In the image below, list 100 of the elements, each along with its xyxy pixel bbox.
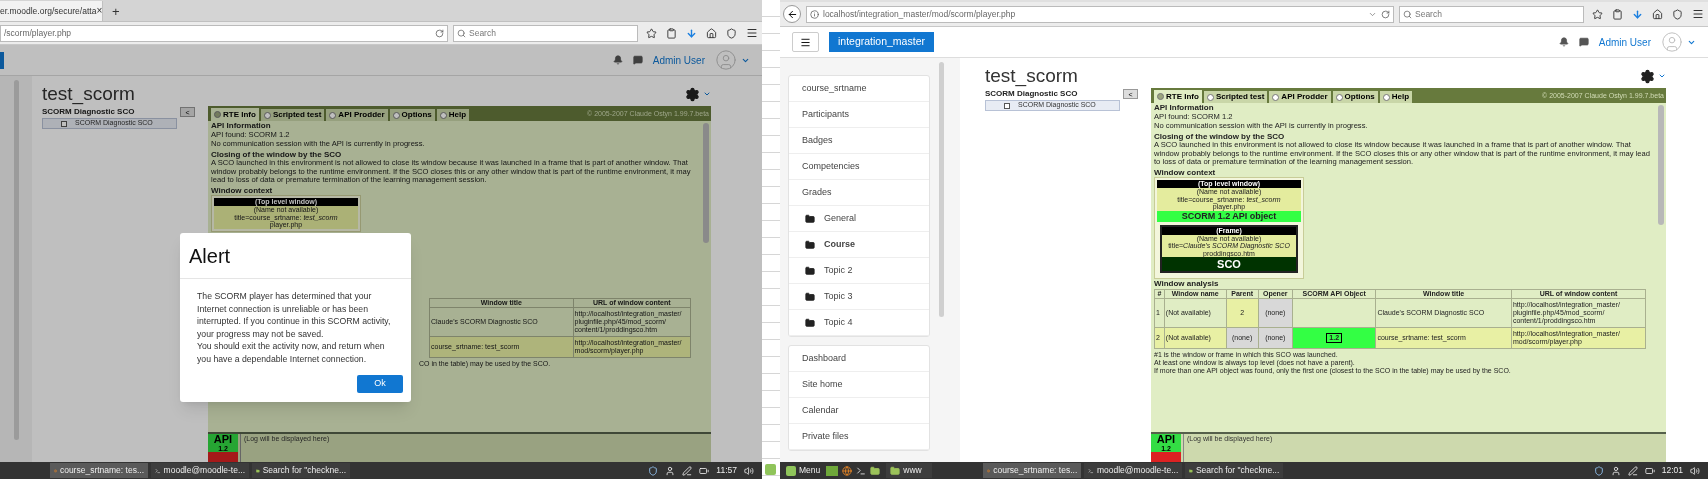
download-icon[interactable] xyxy=(686,27,697,39)
pen-icon[interactable] xyxy=(1627,465,1638,476)
panel-tab[interactable]: Help xyxy=(1379,91,1413,103)
chat-icon[interactable] xyxy=(632,55,643,65)
taskbar-window-button[interactable]: course_srtname: tes... xyxy=(50,463,148,478)
sidebar-item[interactable]: Calendar xyxy=(789,398,929,424)
mint-logo-icon xyxy=(786,465,796,476)
panel-tab[interactable]: Options xyxy=(1332,91,1378,103)
sidebar-item[interactable]: Grades xyxy=(789,180,929,206)
sidebar-item[interactable]: Topic 3 xyxy=(789,284,929,310)
browser-icon[interactable] xyxy=(842,465,853,476)
user-name-link[interactable]: Admin User xyxy=(1598,34,1651,50)
new-tab-button[interactable]: + xyxy=(112,5,120,18)
settings-icon[interactable] xyxy=(1640,68,1655,84)
sidebar-item[interactable]: Site home xyxy=(789,372,929,398)
panel-tab[interactable]: Options xyxy=(389,109,435,121)
panel-tab[interactable]: RTE Info xyxy=(211,108,259,121)
ok-button[interactable]: Ok xyxy=(357,375,403,393)
panel-tab[interactable]: API Prodder xyxy=(1269,91,1331,103)
bell-icon[interactable] xyxy=(1558,37,1569,47)
battery-icon[interactable] xyxy=(1644,465,1655,476)
volume-icon[interactable] xyxy=(1690,465,1700,476)
sidebar-item[interactable]: General xyxy=(789,206,929,232)
taskbar-window-button[interactable]: www xyxy=(886,463,933,478)
folder-icon xyxy=(805,213,815,224)
taskbar-window-button[interactable]: moodle@moodle-te... xyxy=(1084,463,1183,478)
star-icon[interactable] xyxy=(646,27,657,39)
page-title: test_scorm xyxy=(42,81,135,107)
taskbar-window-button[interactable]: Search for "checkne... xyxy=(1185,463,1284,478)
star-icon[interactable] xyxy=(1592,8,1603,20)
section-heading: API Information xyxy=(1154,103,1215,113)
radio-icon xyxy=(214,111,221,118)
panel-tab[interactable]: Scripted test xyxy=(1203,91,1268,103)
search-field[interactable]: Search xyxy=(1399,5,1584,23)
bell-icon[interactable] xyxy=(612,55,623,65)
radio-icon xyxy=(392,111,400,119)
search-icon xyxy=(457,28,466,38)
home-icon[interactable] xyxy=(1652,8,1663,20)
panel-tab[interactable]: RTE Info xyxy=(1154,90,1202,103)
settings-icon[interactable] xyxy=(685,86,700,102)
chat-icon[interactable] xyxy=(1578,37,1589,47)
dialog-message: You should exit the activity now, and return when you have a dependable Internet connection. xyxy=(197,340,386,365)
section-heading: Window context xyxy=(211,185,274,196)
sidebar-item[interactable]: Course xyxy=(789,232,929,258)
terminal-icon[interactable] xyxy=(856,465,867,476)
radio-icon xyxy=(263,111,271,119)
taskbar-window-button[interactable]: Search for "checkne... xyxy=(252,463,350,478)
caret-icon[interactable] xyxy=(1658,72,1666,80)
clipboard-icon[interactable] xyxy=(1612,8,1623,20)
user-icon[interactable] xyxy=(1610,465,1621,476)
address-field[interactable]: /scorm/player.php xyxy=(0,24,448,42)
shield-icon[interactable] xyxy=(1672,8,1683,20)
radio-icon xyxy=(1335,93,1343,101)
address-field[interactable]: localhost/integration_master/mod/scorm/player.php xyxy=(806,5,1394,23)
sidebar-item[interactable]: Competencies xyxy=(789,154,929,180)
panel-tab[interactable]: API Prodder xyxy=(326,109,388,121)
panel-tab[interactable]: Help xyxy=(436,109,470,121)
site-name-button[interactable] xyxy=(0,51,4,69)
reload-icon[interactable] xyxy=(435,28,444,38)
api-object-label: SCORM 1.2 API object xyxy=(1157,210,1301,222)
site-name-button[interactable]: integration_master xyxy=(829,32,934,52)
folder-icon[interactable] xyxy=(870,465,881,476)
taskbar-window-button[interactable]: moodle@moodle-te... xyxy=(151,463,249,478)
back-button[interactable] xyxy=(783,5,801,23)
reload-icon[interactable] xyxy=(1381,9,1390,19)
monitor-icon[interactable] xyxy=(826,465,839,476)
sidebar-item[interactable]: Topic 2 xyxy=(789,258,929,284)
menu-button[interactable] xyxy=(792,32,819,52)
toc-heading: SCORM Diagnostic SCO xyxy=(42,106,136,118)
folder-icon xyxy=(890,465,901,476)
panel-tab[interactable]: Scripted test xyxy=(260,109,325,121)
radio-icon xyxy=(1272,93,1280,101)
sidebar-item[interactable]: Dashboard xyxy=(789,346,929,372)
radio-icon xyxy=(1157,93,1164,100)
checkbox-icon xyxy=(61,120,67,127)
volume-icon[interactable] xyxy=(744,465,754,476)
sidebar-item[interactable]: course_srtname xyxy=(789,76,929,102)
user-icon[interactable] xyxy=(665,465,676,476)
menu-icon[interactable] xyxy=(1692,8,1704,20)
taskbar-window-button[interactable]: course_srtname: tes... xyxy=(983,463,1082,478)
browser-tab[interactable]: er.moodle.org/secure/atta× xyxy=(0,1,103,21)
clock: 11:57 xyxy=(716,464,737,477)
caret-icon[interactable] xyxy=(703,90,711,98)
search-field[interactable]: Search xyxy=(453,24,638,42)
section-heading: Window analysis xyxy=(1154,279,1220,289)
sidebar-item[interactable]: Participants xyxy=(789,102,929,128)
pen-icon[interactable] xyxy=(682,465,693,476)
sidebar-item[interactable]: Private files xyxy=(789,424,929,450)
battery-icon[interactable] xyxy=(699,465,710,476)
start-menu-button[interactable]: Menu xyxy=(786,464,827,477)
clipboard-icon[interactable] xyxy=(666,27,677,39)
menu-icon[interactable] xyxy=(746,27,758,39)
home-icon[interactable] xyxy=(706,27,717,39)
shield-icon[interactable] xyxy=(726,27,737,39)
download-icon[interactable] xyxy=(1632,8,1643,20)
toc-heading: SCORM Diagnostic SCO xyxy=(985,88,1079,100)
user-name-link[interactable]: Admin User xyxy=(652,52,705,68)
sidebar-item[interactable]: Badges xyxy=(789,128,929,154)
sidebar-item[interactable]: Topic 4 xyxy=(789,310,929,336)
close-tab-button[interactable]: × xyxy=(96,6,103,16)
